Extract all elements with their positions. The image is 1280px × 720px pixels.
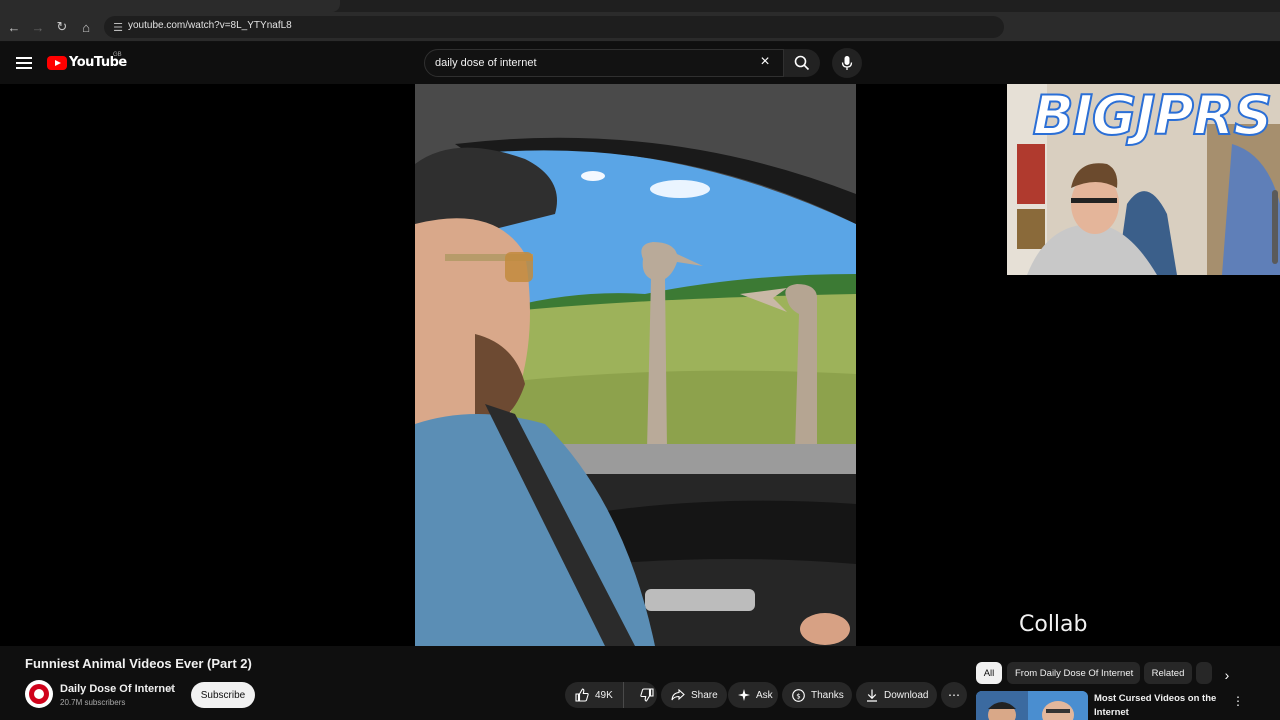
subscriber-count: 20.7M subscribers (60, 698, 126, 707)
voice-search-button[interactable] (832, 48, 862, 78)
like-count: 49K (595, 689, 613, 701)
chip-all[interactable]: All (976, 662, 1002, 684)
chevron-right-icon[interactable]: › (1218, 666, 1236, 684)
ask-button[interactable]: Ask (728, 682, 778, 708)
download-icon (867, 689, 877, 702)
thumbs-up-icon (575, 688, 589, 702)
thanks-button[interactable]: $ Thanks (782, 682, 852, 708)
country-code: GB (113, 52, 122, 58)
reload-icon[interactable]: ↻ (52, 17, 72, 37)
sparkle-icon (738, 689, 750, 701)
like-dislike-group: 49K (565, 682, 657, 708)
chip-related[interactable]: Related (1144, 662, 1192, 684)
webcam-overlay-logo: BIGJPRS (1032, 84, 1274, 148)
download-label: Download (884, 689, 929, 701)
address-bar[interactable]: ☰ youtube.com/watch?v=8L_YTYnafL8 (104, 16, 1004, 38)
forward-icon[interactable]: → (28, 17, 48, 37)
verified-icon: ✔ (167, 684, 175, 694)
thumbs-down-icon (640, 688, 654, 702)
video-player[interactable]: Collab BIGJPRS (0, 84, 1280, 646)
ask-label: Ask (756, 689, 773, 701)
more-horizontal-icon: ⋯ (948, 688, 960, 702)
url-text: youtube.com/watch?v=8L_YTYnafL8 (128, 20, 292, 31)
share-button[interactable]: Share (661, 682, 727, 708)
youtube-masthead: YouTube GB daily dose of internet × (0, 42, 1280, 84)
video-title: Funniest Animal Videos Ever (Part 2) (25, 656, 252, 671)
clear-search-icon[interactable]: × (755, 53, 775, 71)
channel-avatar[interactable] (25, 680, 53, 708)
youtube-play-icon (47, 55, 67, 70)
search-button[interactable] (784, 49, 820, 77)
related-thumbnail-image (976, 691, 1088, 720)
browser-tabstrip (0, 0, 1280, 12)
chip-from-channel[interactable]: From Daily Dose Of Internet (1007, 662, 1140, 684)
download-button[interactable]: Download (856, 682, 937, 708)
overlay-caption: Collab (1019, 612, 1088, 637)
back-icon[interactable]: ← (4, 17, 24, 37)
site-info-icon[interactable]: ☰ (110, 19, 126, 35)
dislike-button[interactable] (630, 682, 664, 708)
thanks-label: Thanks (811, 689, 844, 701)
search-box[interactable]: daily dose of internet × (424, 49, 784, 77)
share-icon (671, 689, 685, 701)
more-actions-button[interactable]: ⋯ (941, 682, 967, 708)
chip-partial[interactable] (1196, 662, 1212, 684)
channel-name[interactable]: Daily Dose Of Internet (60, 683, 175, 695)
search-input[interactable]: daily dose of internet (435, 57, 537, 69)
streamer-webcam: BIGJPRS (1007, 84, 1280, 275)
svg-text:$: $ (796, 692, 800, 700)
browser-active-tab[interactable] (0, 0, 340, 12)
more-vertical-icon[interactable]: ⋮ (1232, 694, 1244, 710)
related-video-title[interactable]: Most Cursed Videos on the Internet (1094, 692, 1224, 720)
video-scene-image (415, 84, 856, 646)
subscribe-button[interactable]: Subscribe (191, 682, 255, 708)
like-button[interactable]: 49K (565, 682, 624, 708)
share-label: Share (691, 689, 718, 701)
related-video-thumbnail[interactable] (976, 691, 1088, 720)
video-frame[interactable] (415, 84, 856, 646)
thanks-heart-icon: $ (792, 688, 805, 702)
home-icon[interactable]: ⌂ (76, 17, 96, 37)
microphone-icon (841, 56, 853, 70)
search-icon (794, 55, 810, 71)
browser-toolbar: ← → ↻ ⌂ ☰ youtube.com/watch?v=8L_YTYnafL… (0, 12, 1280, 42)
menu-icon[interactable] (14, 54, 34, 72)
page-scrollbar[interactable] (1272, 190, 1278, 264)
youtube-logo[interactable]: YouTube GB (47, 52, 127, 70)
